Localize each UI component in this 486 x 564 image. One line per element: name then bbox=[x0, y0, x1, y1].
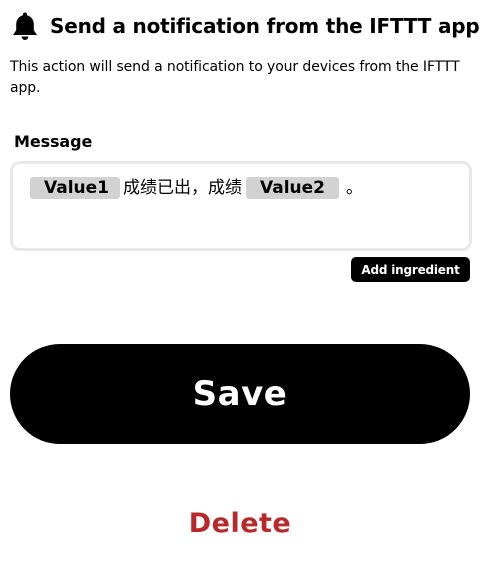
add-ingredient-button[interactable]: Add ingredient bbox=[351, 257, 470, 282]
message-field[interactable]: Value1 成绩已出，成绩 Value2 。 bbox=[10, 161, 472, 251]
page-header: Send a notification from the IFTTT app bbox=[10, 10, 480, 42]
page-title: Send a notification from the IFTTT app bbox=[50, 14, 480, 38]
message-content: Value1 成绩已出，成绩 Value2 。 bbox=[30, 177, 363, 199]
message-label: Message bbox=[14, 132, 93, 151]
ingredient-value2-chip[interactable]: Value2 bbox=[246, 177, 339, 199]
message-text-end: 。 bbox=[346, 178, 363, 198]
ingredient-value1-chip[interactable]: Value1 bbox=[30, 177, 120, 199]
delete-button[interactable]: Delete bbox=[140, 500, 340, 546]
message-text-middle: 成绩已出，成绩 bbox=[123, 178, 242, 198]
save-button[interactable]: Save bbox=[10, 344, 470, 444]
bell-icon bbox=[10, 10, 40, 42]
action-description: This action will send a notification to … bbox=[10, 59, 460, 96]
